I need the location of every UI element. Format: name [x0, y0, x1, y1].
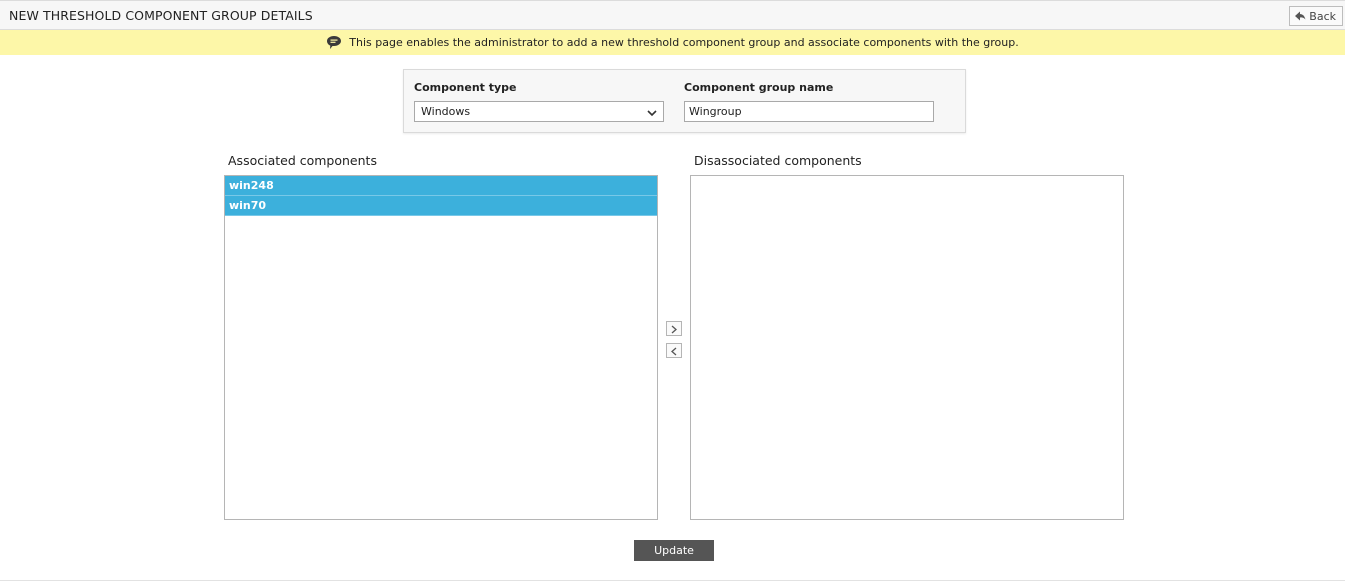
component-type-select[interactable]: Windows — [414, 101, 664, 122]
divider — [0, 580, 1345, 581]
back-arrow-icon — [1295, 11, 1306, 21]
chevron-down-icon — [647, 107, 657, 120]
move-left-button[interactable] — [666, 343, 682, 358]
info-banner: This page enables the administrator to a… — [0, 30, 1345, 55]
component-type-value: Windows — [421, 105, 471, 118]
component-form: Component type Windows Component group n… — [403, 69, 966, 133]
update-button[interactable]: Update — [634, 540, 714, 561]
component-type-label: Component type — [414, 81, 517, 94]
speech-bubble-icon — [326, 35, 342, 50]
group-name-input[interactable] — [684, 101, 934, 122]
disassociated-label: Disassociated components — [694, 153, 862, 168]
group-name-label: Component group name — [684, 81, 834, 94]
list-item[interactable]: win70 — [225, 196, 657, 216]
disassociated-list[interactable] — [690, 175, 1124, 520]
page-header: NEW THRESHOLD COMPONENT GROUP DETAILS Ba… — [0, 0, 1345, 30]
list-item[interactable]: win248 — [225, 176, 657, 196]
back-button-label: Back — [1309, 9, 1336, 23]
associated-label: Associated components — [228, 153, 377, 168]
page-title: NEW THRESHOLD COMPONENT GROUP DETAILS — [9, 8, 313, 23]
chevron-left-icon — [670, 341, 678, 360]
info-text: This page enables the administrator to a… — [349, 36, 1019, 49]
move-right-button[interactable] — [666, 321, 682, 336]
associated-list[interactable]: win248 win70 — [224, 175, 658, 520]
chevron-right-icon — [670, 319, 678, 338]
back-button[interactable]: Back — [1289, 6, 1343, 26]
